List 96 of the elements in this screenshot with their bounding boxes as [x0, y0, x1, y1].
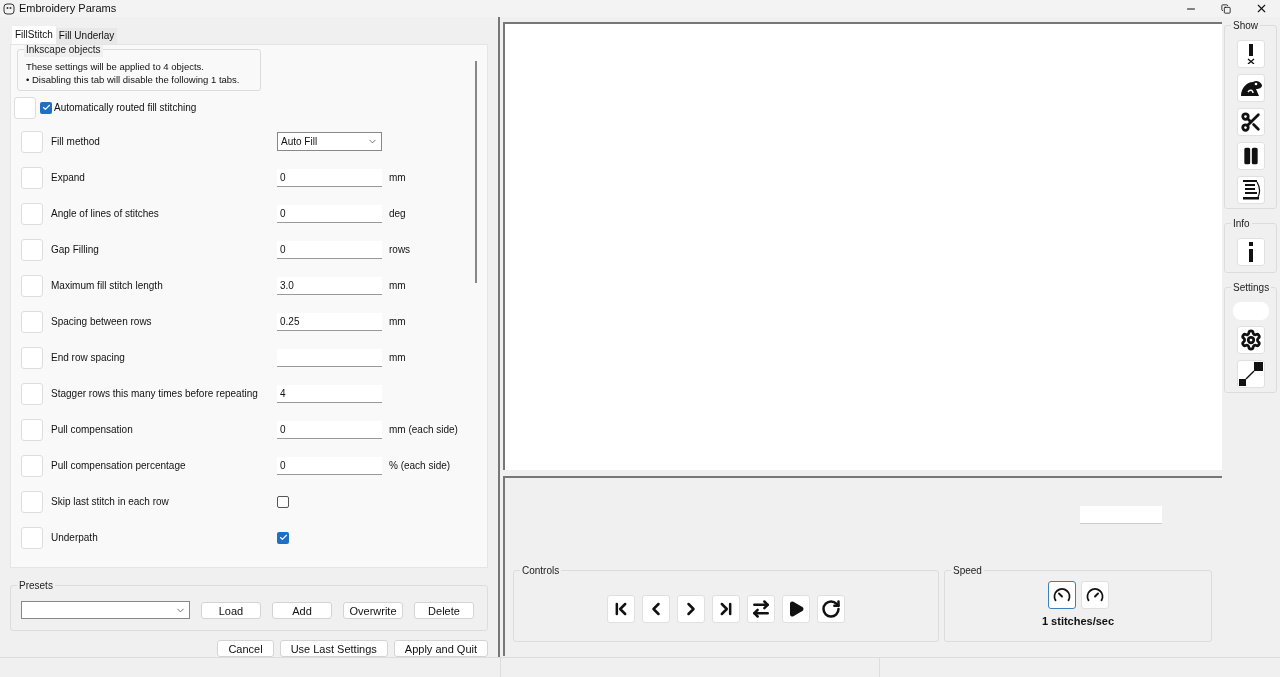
value-field[interactable]: 0.25 — [277, 312, 382, 331]
value-field[interactable]: 0 — [277, 456, 382, 475]
speed-button[interactable] — [1047, 581, 1076, 609]
toggle-button[interactable] — [21, 346, 43, 369]
toggle-button[interactable] — [21, 418, 43, 441]
unit-label: % (each side) — [389, 459, 451, 474]
checkbox[interactable] — [277, 495, 289, 508]
next-button[interactable] — [677, 595, 705, 623]
param-label: Fill method — [51, 135, 101, 150]
value-field[interactable]: 0 — [277, 240, 382, 259]
jumps-button[interactable] — [1236, 74, 1265, 102]
footer-button[interactable]: Apply and Quit — [393, 640, 488, 657]
app-icon — [3, 2, 15, 15]
toggle-button[interactable] — [21, 382, 43, 405]
last-button[interactable] — [712, 595, 740, 623]
param-label: End row spacing — [51, 351, 126, 366]
swap-button[interactable] — [747, 595, 775, 623]
speed-reading: 1 stitches/sec — [1041, 614, 1115, 629]
unit-label: mm — [389, 315, 406, 330]
exclamation-icon — [1245, 44, 1256, 64]
preset-button[interactable]: Delete — [414, 601, 474, 619]
param-label: Skip last stitch in each row — [51, 495, 170, 510]
previous-button[interactable] — [642, 595, 670, 623]
param-label: Underpath — [51, 531, 99, 546]
value-field[interactable]: 0 — [277, 168, 382, 187]
toggle-button[interactable] — [21, 526, 43, 549]
info-icon — [1246, 242, 1255, 262]
toggle-button[interactable] — [21, 238, 43, 261]
commands-button[interactable] — [1236, 176, 1265, 204]
unit-label: rows — [389, 243, 411, 258]
preset-button[interactable]: Overwrite — [343, 601, 403, 619]
value-field[interactable]: 4 — [277, 384, 382, 403]
value-field[interactable]: 0 — [277, 420, 382, 439]
restart-icon — [821, 599, 841, 619]
trims-button[interactable] — [1236, 108, 1265, 136]
fit-button[interactable] — [1236, 360, 1265, 388]
param-label: Expand — [51, 171, 86, 186]
scrollbar-thumb[interactable] — [475, 60, 477, 283]
toggle-button[interactable] — [21, 310, 43, 333]
preset-dropdown[interactable] — [21, 601, 190, 620]
scissors-icon — [1239, 111, 1262, 133]
preset-button[interactable]: Add — [272, 601, 332, 619]
checkbox[interactable] — [277, 531, 289, 544]
tab[interactable]: Fill Underlay — [55, 27, 118, 44]
checkbox-label: Automatically routed fill stitching — [54, 101, 197, 116]
restore-icon[interactable] — [1221, 3, 1231, 14]
toggle-button[interactable] — [21, 202, 43, 225]
restart-button[interactable] — [817, 595, 845, 623]
info-button[interactable] — [1236, 238, 1265, 266]
group-title: Inkscape objects — [24, 44, 103, 57]
toggle-button[interactable] — [21, 130, 43, 153]
resize-icon — [1238, 362, 1263, 386]
play-icon — [787, 600, 805, 618]
toggle-button[interactable] — [21, 274, 43, 297]
toggle-button[interactable] — [21, 454, 43, 477]
gauge-icon — [1052, 586, 1071, 604]
play-button[interactable] — [782, 595, 810, 623]
stops-button[interactable] — [1236, 142, 1265, 170]
first-button[interactable] — [607, 595, 635, 623]
param-label: Maximum fill stitch length — [51, 279, 164, 294]
fill-method-dropdown[interactable]: Auto Fill — [277, 132, 382, 152]
toggle-button[interactable] — [14, 96, 36, 119]
group-title: Speed — [951, 563, 984, 578]
unit-label: mm — [389, 351, 406, 366]
info-text: • Disabling this tab will disable the following 1 tabs. — [26, 72, 241, 86]
param-label: Pull compensation percentage — [51, 459, 187, 474]
preset-button[interactable]: Load — [201, 601, 261, 619]
layers-icon — [1240, 179, 1261, 201]
value-field[interactable] — [277, 348, 382, 367]
tab[interactable]: FillStitch — [12, 25, 56, 44]
param-label: Gap Filling — [51, 243, 100, 258]
param-label: Angle of lines of stitches — [51, 207, 160, 222]
value-field[interactable]: 0 — [277, 204, 382, 223]
errors-button[interactable] — [1236, 40, 1265, 68]
window-title: Embroidery Params — [19, 1, 117, 17]
frog-icon — [1238, 79, 1263, 97]
settings-button[interactable] — [1236, 326, 1265, 354]
close-icon[interactable] — [1255, 2, 1268, 15]
value-field[interactable]: 3.0 — [277, 276, 382, 295]
param-label: Spacing between rows — [51, 315, 153, 330]
unit-label: mm (each side) — [389, 423, 458, 438]
param-label: Stagger rows this many times before repeating — [51, 387, 259, 402]
toggle-button[interactable] — [21, 490, 43, 513]
unit-label: deg — [389, 207, 406, 222]
footer-button[interactable]: Use Last Settings — [279, 640, 388, 657]
swap-icon — [751, 599, 771, 619]
param-label: Pull compensation — [51, 423, 134, 438]
info-text: These settings will be applied to 4 objects. — [26, 59, 205, 73]
toggle-button[interactable] — [21, 166, 43, 189]
settings-icon — [1239, 329, 1262, 351]
unit-label: mm — [389, 171, 406, 186]
gauge-icon — [1085, 586, 1104, 604]
unit-label: mm — [389, 279, 406, 294]
checkbox[interactable] — [40, 101, 52, 114]
footer-button[interactable]: Cancel — [217, 640, 274, 657]
group-title: Settings — [1231, 280, 1272, 295]
